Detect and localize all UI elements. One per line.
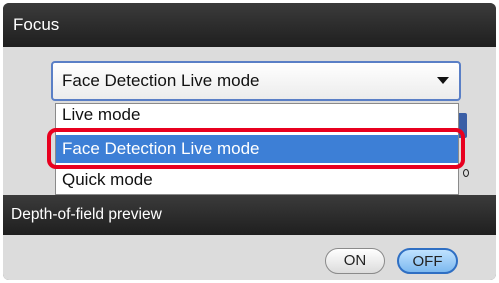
focus-section-title: Focus (13, 15, 60, 34)
depth-of-field-section-header: Depth-of-field preview (3, 195, 496, 235)
screenshot-frame: Focus Face Detection Live mode Live mode… (0, 0, 499, 283)
depth-of-field-toggle: ON OFF (325, 248, 458, 274)
depth-of-field-section-title: Depth-of-field preview (11, 206, 162, 223)
live-view-panel: Focus Face Detection Live mode Live mode… (3, 3, 496, 280)
partially-hidden-icon (463, 169, 469, 177)
focus-mode-select[interactable]: Face Detection Live mode (51, 61, 461, 101)
dropdown-option-face-detection-live-mode[interactable]: Face Detection Live mode (56, 135, 458, 163)
dropdown-option-live-mode[interactable]: Live mode (56, 101, 458, 129)
dof-on-button[interactable]: ON (325, 248, 385, 274)
focus-mode-dropdown-list: Live mode Face Detection Live mode Quick… (55, 103, 459, 195)
dropdown-option-label: Live mode (62, 105, 141, 124)
dof-off-button[interactable]: OFF (397, 248, 458, 274)
dropdown-option-label: Face Detection Live mode (62, 139, 260, 158)
dropdown-option-quick-mode[interactable]: Quick mode (56, 166, 458, 194)
focus-section-header: Focus (3, 3, 496, 47)
chevron-down-icon[interactable] (437, 77, 449, 84)
dropdown-option-label: Quick mode (62, 170, 153, 189)
focus-mode-selected-value: Face Detection Live mode (62, 71, 260, 90)
